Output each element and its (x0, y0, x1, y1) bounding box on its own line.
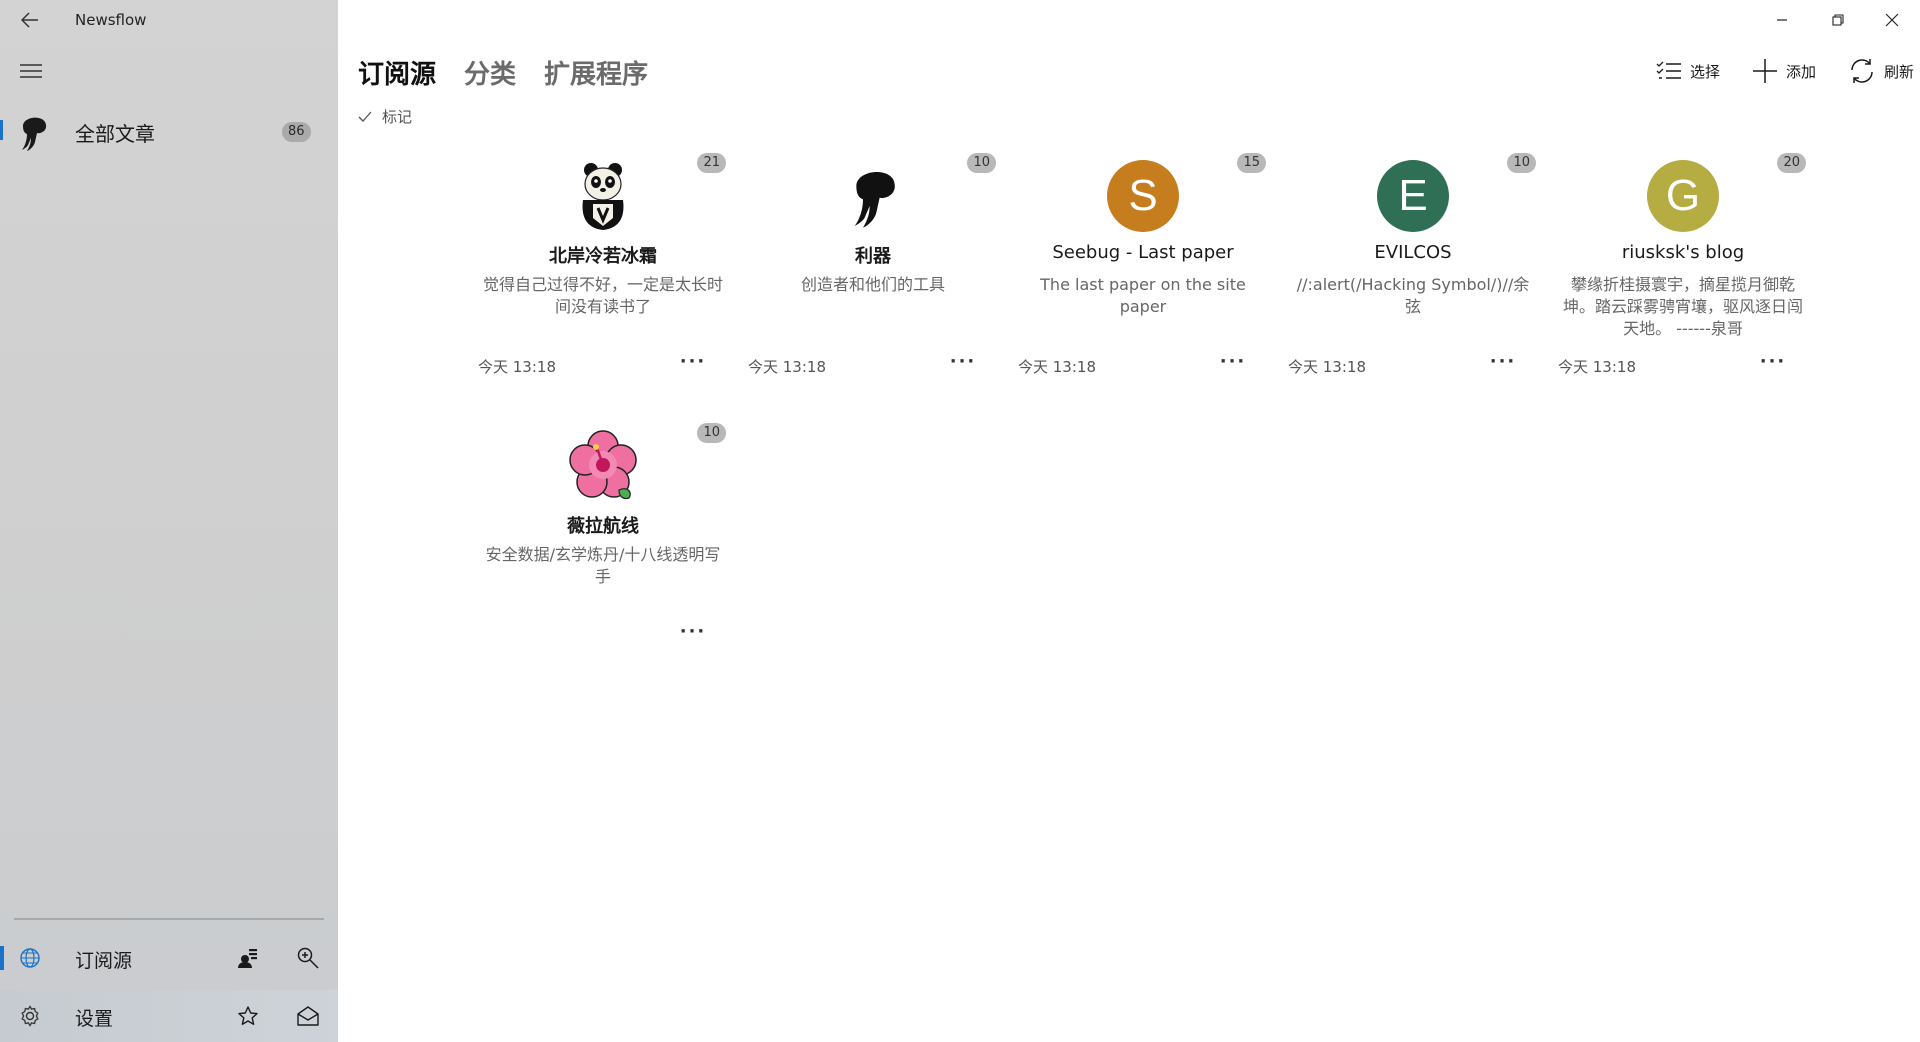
more-options-button[interactable]: ··· (1213, 348, 1253, 374)
gear-icon-wrap (16, 1002, 44, 1030)
feed-name: 北岸冷若冰霜 (549, 246, 657, 267)
feed-name: 利器 (855, 246, 891, 267)
checkmark-icon (358, 111, 372, 122)
unread-count-badge: 10 (697, 423, 726, 443)
back-button[interactable] (12, 6, 48, 34)
app-title: Newsflow (75, 11, 147, 29)
feed-name: Seebug - Last paper (1052, 242, 1234, 263)
feed-name: EVILCOS (1374, 242, 1452, 263)
feed-card[interactable]: 10 薇拉航线 安全数据/玄学炼丹/十八线透明写手 ··· (478, 422, 728, 652)
panda-icon (567, 160, 639, 232)
mark-label: 标记 (382, 108, 413, 126)
feed-updated-time: 今天 13:18 (1018, 358, 1096, 376)
feed-updated-time: 今天 13:18 (1288, 358, 1366, 376)
globe-icon-wrap (16, 944, 44, 972)
feed-description: 觉得自己过得不好，一定是太长时间没有读书了 (483, 275, 724, 316)
sidebar-item-feeds[interactable]: 订阅源 (0, 930, 338, 986)
feed-card[interactable]: 10 利器 创造者和他们的工具 今天 13:18 ··· (748, 152, 998, 382)
refresh-label: 刷新 (1884, 62, 1915, 81)
more-options-button[interactable]: ··· (673, 618, 713, 644)
globe-icon (20, 948, 40, 968)
feed-updated-time: 今天 13:18 (748, 358, 826, 376)
restore-icon (1832, 14, 1844, 26)
select-button[interactable]: 选择 (1656, 54, 1720, 88)
selection-indicator (0, 946, 4, 970)
refresh-button[interactable]: 刷新 (1848, 54, 1914, 88)
feed-updated-time: 今天 13:18 (1558, 358, 1636, 376)
letter-avatar-icon: S (1107, 160, 1179, 232)
feed-card[interactable]: 21 北岸冷若冰霜 觉得自己过得不好，一定是太长时间没有读书了 今天 13:18… (478, 152, 728, 382)
close-icon (1885, 13, 1899, 27)
manage-feeds-button[interactable] (232, 942, 264, 974)
letter-avatar-icon: G (1647, 160, 1719, 232)
feed-description: 安全数据/玄学炼丹/十八线透明写手 (485, 545, 721, 586)
minimize-button[interactable] (1754, 0, 1810, 40)
favorites-button[interactable] (232, 1000, 264, 1032)
jellyfish-icon (22, 117, 47, 151)
feed-card[interactable]: G 20 riusksk's blog 攀缘折桂摄寰宇，摘星揽月御乾坤。踏云踩雾… (1558, 152, 1808, 382)
unread-count-badge: 15 (1237, 153, 1266, 173)
more-options-button[interactable]: ··· (1483, 348, 1523, 374)
hibiscus-icon (567, 430, 639, 502)
open-mail-icon (297, 1006, 319, 1026)
hamburger-icon (20, 64, 42, 78)
refresh-icon (1851, 59, 1873, 83)
sidebar-divider (14, 918, 324, 920)
hamburger-menu-button[interactable] (12, 54, 50, 88)
star-icon (238, 1006, 258, 1025)
search-button[interactable] (292, 942, 324, 974)
more-options-button[interactable]: ··· (943, 348, 983, 374)
feed-updated-time: 今天 13:18 (478, 358, 556, 376)
title-bar-left: Newsflow (0, 0, 338, 40)
feed-card[interactable]: E 10 EVILCOS //:alert(/Hacking Symbol/)/… (1288, 152, 1538, 382)
feed-description: 创造者和他们的工具 (800, 275, 945, 294)
feed-name: riusksk's blog (1621, 242, 1745, 263)
main-content: 订阅源 分类 扩展程序 标记 选择 添加 刷新 21 北岸冷若冰霜 觉得自己过得… (338, 0, 1920, 1042)
feed-card[interactable]: S 15 Seebug - Last paper The last paper … (1018, 152, 1268, 382)
minimize-icon (1777, 19, 1787, 21)
tab-feeds[interactable]: 订阅源 (358, 54, 436, 91)
jellyfish-icon (837, 160, 909, 232)
close-button[interactable] (1864, 0, 1920, 40)
read-later-button[interactable] (292, 1000, 324, 1032)
unread-count-badge: 20 (1777, 153, 1806, 173)
add-button[interactable]: 添加 (1752, 54, 1816, 88)
sidebar-item-settings[interactable]: 设置 (0, 990, 338, 1042)
restore-button[interactable] (1810, 0, 1866, 40)
unread-count-badge: 10 (967, 153, 996, 173)
pivot-tabs: 订阅源 分类 扩展程序 (358, 54, 648, 91)
back-arrow-icon (21, 12, 38, 28)
select-label: 选择 (1690, 62, 1721, 81)
gear-icon (21, 1005, 39, 1027)
all-articles-item[interactable]: 全部文章 86 (0, 108, 338, 152)
add-label: 添加 (1786, 62, 1817, 81)
unread-count-badge: 21 (697, 153, 726, 173)
feed-description: //:alert(/Hacking Symbol/)//余弦 (1296, 275, 1530, 316)
unread-count-badge: 10 (1507, 153, 1536, 173)
zoom-search-icon (297, 947, 319, 969)
multiselect-list-icon (1656, 61, 1681, 79)
feed-name: 薇拉航线 (567, 516, 639, 537)
tab-categories[interactable]: 分类 (464, 54, 516, 91)
tab-extensions[interactable]: 扩展程序 (544, 54, 648, 91)
plus-icon (1753, 59, 1777, 83)
all-articles-count: 86 (282, 122, 311, 142)
mark-button[interactable]: 标记 (358, 106, 412, 127)
all-articles-label: 全部文章 (75, 122, 155, 146)
sidebar: Newsflow 全部文章 86 订阅源 设置 (0, 0, 338, 1042)
feed-description: The last paper on the site paper (1040, 275, 1246, 316)
feed-description: 攀缘折桂摄寰宇，摘星揽月御乾坤。踏云踩雾骋宵壤，驱风逐日闯天地。 ------泉… (1563, 275, 1804, 338)
sidebar-settings-label: 设置 (75, 1008, 114, 1030)
letter-avatar-icon: E (1377, 160, 1449, 232)
more-options-button[interactable]: ··· (1753, 348, 1793, 374)
person-list-icon (238, 949, 257, 968)
selection-indicator (0, 120, 3, 140)
sidebar-feeds-label: 订阅源 (75, 950, 133, 972)
more-options-button[interactable]: ··· (673, 348, 713, 374)
